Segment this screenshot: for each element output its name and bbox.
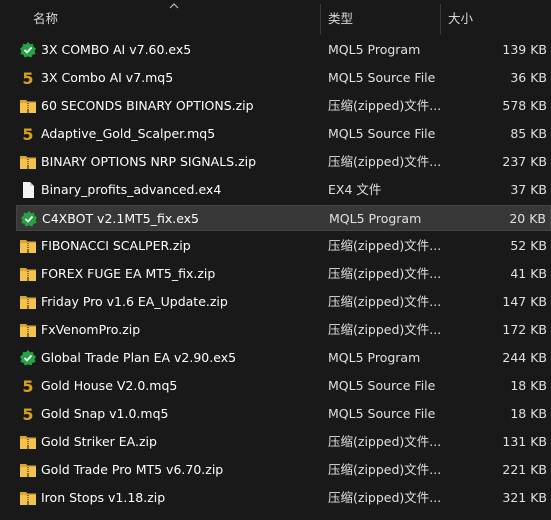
zip-folder-icon: [19, 97, 37, 115]
file-type: 压缩(zipped)文件...: [328, 98, 442, 113]
file-name: BINARY OPTIONS NRP SIGNALS.zip: [41, 154, 257, 169]
zip-folder-icon: [19, 265, 37, 283]
file-name: FxVenomPro.zip: [41, 322, 141, 337]
file-size: 20 KB: [509, 211, 546, 226]
file-type: MQL5 Source File: [328, 70, 436, 85]
mq5-five-icon: 5: [19, 405, 37, 423]
file-row[interactable]: Iron Stops v1.18.zip 压缩(zipped)文件... 321 K…: [16, 485, 551, 511]
svg-text:5: 5: [22, 125, 33, 143]
zip-folder-icon: [19, 237, 37, 255]
file-row[interactable]: 5 Gold House V2.0.mq5 MQL5 Source File 18 K…: [16, 373, 551, 399]
file-size: 147 KB: [502, 294, 547, 309]
file-size: 36 KB: [510, 70, 547, 85]
file-size: 18 KB: [510, 406, 547, 421]
file-name: FOREX FUGE EA MT5_fix.zip: [41, 266, 216, 281]
zip-folder-icon: [19, 321, 37, 339]
file-row[interactable]: C4XBOT v2.1MT5_fix.ex5 MQL5 Program 20 KB: [16, 205, 551, 231]
file-type: 压缩(zipped)文件...: [328, 294, 442, 309]
file-type: MQL5 Program: [329, 211, 422, 226]
column-divider[interactable]: [320, 4, 321, 34]
file-type: MQL5 Source File: [328, 378, 436, 393]
file-size: 37 KB: [510, 182, 547, 197]
file-row[interactable]: BINARY OPTIONS NRP SIGNALS.zip 压缩(zipped)…: [16, 149, 551, 175]
file-size: 131 KB: [502, 434, 547, 449]
column-divider[interactable]: [440, 4, 441, 34]
file-type: MQL5 Source File: [328, 406, 436, 421]
blank-file-icon: [19, 181, 37, 199]
file-type: 压缩(zipped)文件...: [328, 462, 442, 477]
ex5-shield-icon: [19, 349, 37, 367]
mq5-five-icon: 5: [19, 125, 37, 143]
file-row[interactable]: 5 Gold Snap v1.0.mq5 MQL5 Source File 18 KB: [16, 401, 551, 427]
file-name: Gold Snap v1.0.mq5: [41, 406, 169, 421]
column-header-name-label: 名称: [33, 11, 59, 26]
file-type: MQL5 Program: [328, 42, 421, 57]
mq5-five-icon: 5: [19, 69, 37, 87]
file-row[interactable]: Global Trade Plan EA v2.90.ex5 MQL5 Progr…: [16, 345, 551, 371]
file-name: 3X Combo AI v7.mq5: [41, 70, 174, 85]
file-name: 60 SECONDS BINARY OPTIONS.zip: [41, 98, 254, 113]
ex5-shield-icon: [19, 41, 37, 59]
column-header-bar: 名称 类型 大小: [0, 0, 551, 36]
file-row[interactable]: 3X COMBO AI v7.60.ex5 MQL5 Program 139 KB: [16, 37, 551, 63]
file-row[interactable]: FxVenomPro.zip 压缩(zipped)文件... 172 KB: [16, 317, 551, 343]
file-name: Gold House V2.0.mq5: [41, 378, 178, 393]
zip-folder-icon: [19, 433, 37, 451]
file-row[interactable]: 5 3X Combo AI v7.mq5 MQL5 Source File 36 KB: [16, 65, 551, 91]
file-row[interactable]: FIBONACCI SCALPER.zip 压缩(zipped)文件... 52 K…: [16, 233, 551, 259]
file-size: 221 KB: [502, 462, 547, 477]
file-type: 压缩(zipped)文件...: [328, 238, 442, 253]
file-size: 52 KB: [510, 238, 547, 253]
file-row[interactable]: Friday Pro v1.6 EA_Update.zip 压缩(zipped)文…: [16, 289, 551, 315]
file-row[interactable]: Gold Trade Pro MT5 v6.70.zip 压缩(zipped)文件…: [16, 457, 551, 483]
file-name: C4XBOT v2.1MT5_fix.ex5: [42, 211, 200, 226]
file-type: 压缩(zipped)文件...: [328, 154, 442, 169]
column-header-name[interactable]: 名称: [33, 0, 318, 36]
file-name: Friday Pro v1.6 EA_Update.zip: [41, 294, 228, 309]
svg-text:5: 5: [22, 405, 33, 423]
column-header-type-label: 类型: [328, 11, 354, 26]
file-row[interactable]: 60 SECONDS BINARY OPTIONS.zip 压缩(zipped)文…: [16, 93, 551, 119]
file-size: 139 KB: [502, 42, 547, 57]
ex5-shield-icon: [20, 210, 38, 228]
file-row[interactable]: Binary_profits_advanced.ex4 EX4 文件 37 KB: [16, 177, 551, 203]
file-size: 578 KB: [502, 98, 547, 113]
file-size: 172 KB: [502, 322, 547, 337]
file-name: Adaptive_Gold_Scalper.mq5: [41, 126, 216, 141]
file-row[interactable]: Gold Striker EA.zip 压缩(zipped)文件... 131 KB: [16, 429, 551, 455]
file-name: Binary_profits_advanced.ex4: [41, 182, 222, 197]
file-type: 压缩(zipped)文件...: [328, 490, 442, 505]
file-row[interactable]: 5 Adaptive_Gold_Scalper.mq5 MQL5 Source Fi…: [16, 121, 551, 147]
svg-text:5: 5: [22, 377, 33, 395]
file-type: MQL5 Source File: [328, 126, 436, 141]
file-type: 压缩(zipped)文件...: [328, 434, 442, 449]
file-name: Gold Striker EA.zip: [41, 434, 157, 449]
file-size: 244 KB: [502, 350, 547, 365]
file-name: 3X COMBO AI v7.60.ex5: [41, 42, 192, 57]
zip-folder-icon: [19, 489, 37, 507]
file-type: 压缩(zipped)文件...: [328, 322, 442, 337]
file-name: Gold Trade Pro MT5 v6.70.zip: [41, 462, 224, 477]
zip-folder-icon: [19, 461, 37, 479]
zip-folder-icon: [19, 293, 37, 311]
file-name: Global Trade Plan EA v2.90.ex5: [41, 350, 237, 365]
file-size: 41 KB: [510, 266, 547, 281]
column-header-size-label: 大小: [448, 11, 474, 26]
mq5-five-icon: 5: [19, 377, 37, 395]
file-row[interactable]: FOREX FUGE EA MT5_fix.zip 压缩(zipped)文件...…: [16, 261, 551, 287]
file-name: FIBONACCI SCALPER.zip: [41, 238, 191, 253]
file-size: 321 KB: [502, 490, 547, 505]
file-name: Iron Stops v1.18.zip: [41, 490, 166, 505]
file-size: 85 KB: [510, 126, 547, 141]
svg-text:5: 5: [22, 69, 33, 87]
file-type: MQL5 Program: [328, 350, 421, 365]
column-header-type[interactable]: 类型: [328, 0, 438, 36]
file-size: 237 KB: [502, 154, 547, 169]
file-type: EX4 文件: [328, 182, 382, 197]
file-size: 18 KB: [510, 378, 547, 393]
column-header-size[interactable]: 大小: [448, 0, 548, 36]
file-type: 压缩(zipped)文件...: [328, 266, 442, 281]
zip-folder-icon: [19, 153, 37, 171]
